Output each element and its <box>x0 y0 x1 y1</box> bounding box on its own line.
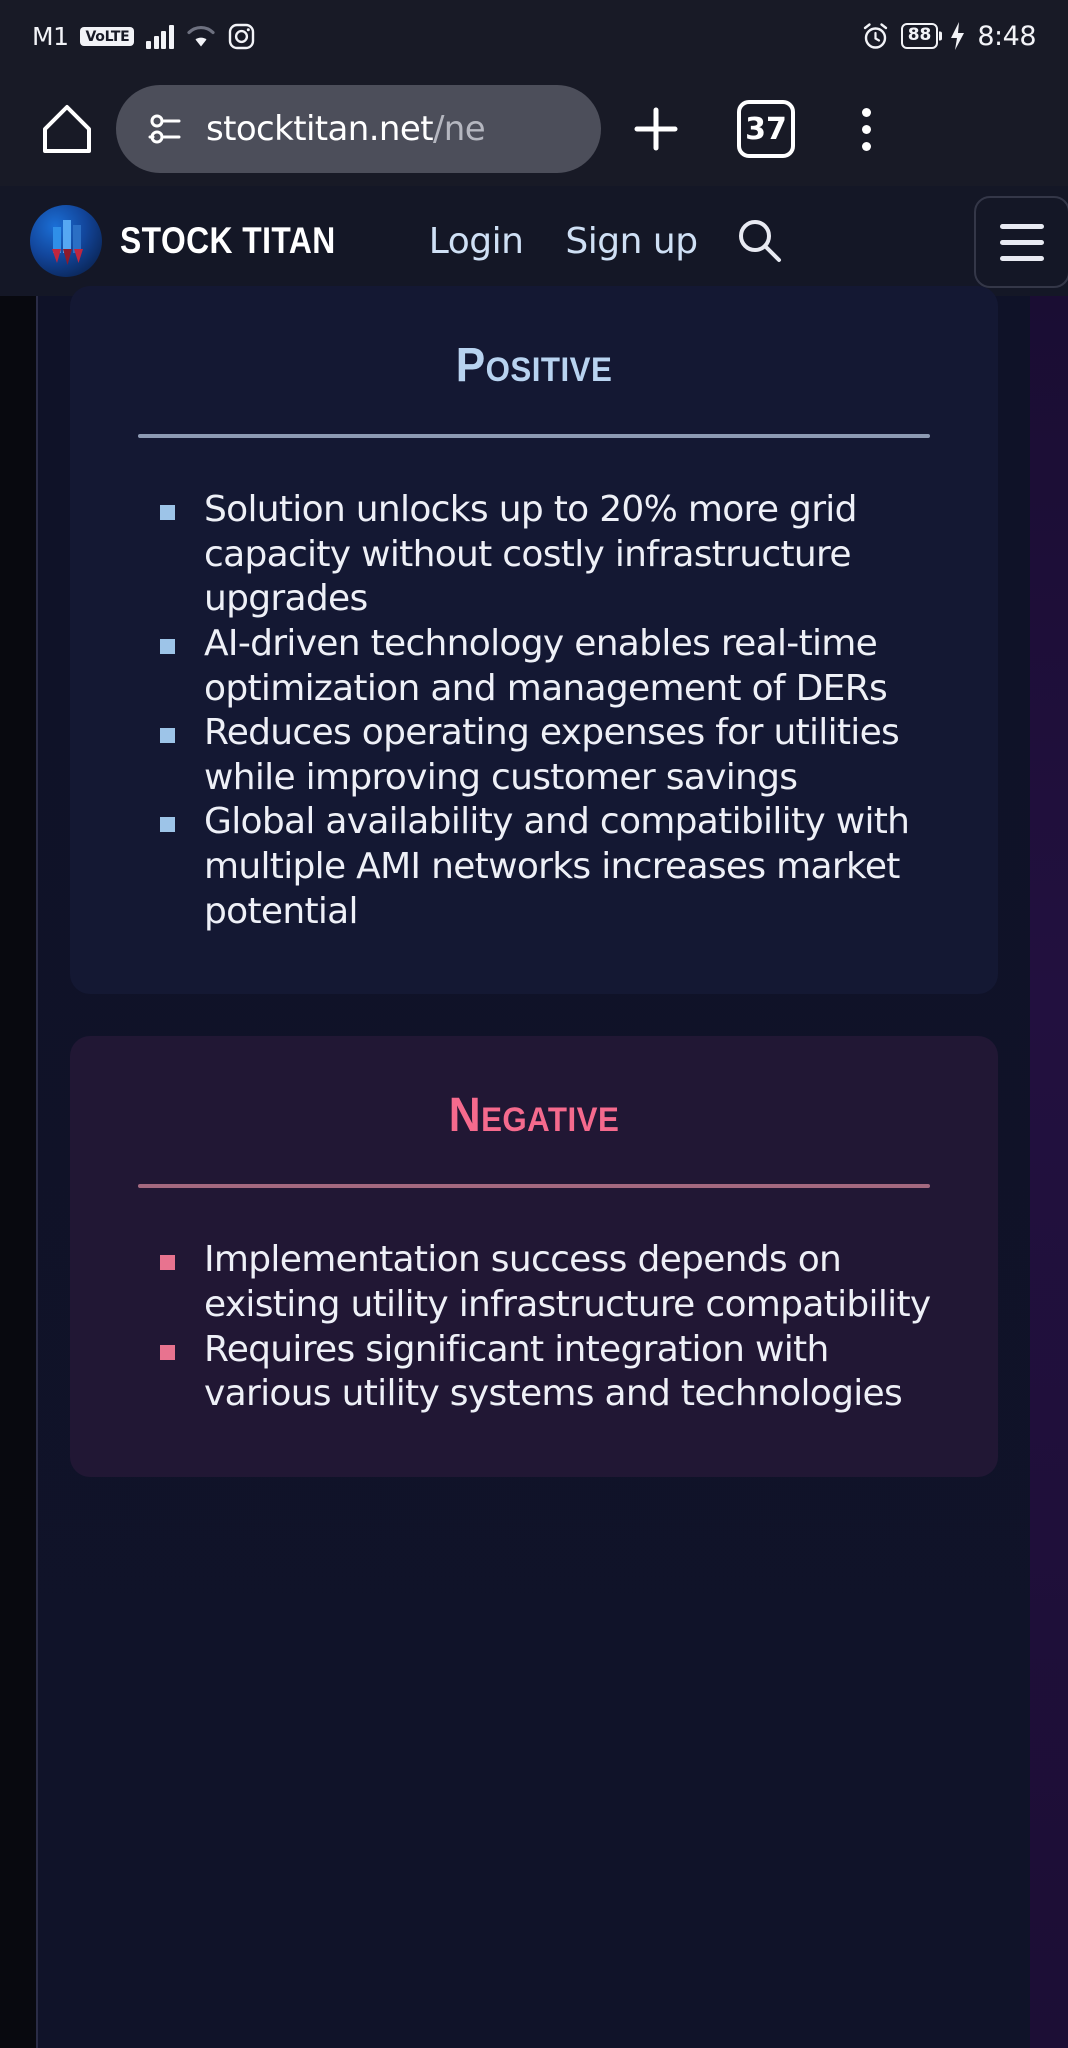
tab-count-label: 37 <box>737 100 795 158</box>
login-link[interactable]: Login <box>429 221 524 262</box>
new-tab-button[interactable] <box>601 102 711 156</box>
positive-card-title: Positive <box>455 339 613 392</box>
signal-bars-icon <box>146 24 174 49</box>
url-host: stocktitan.net <box>206 109 434 149</box>
more-vertical-icon-dot <box>861 141 871 151</box>
more-vertical-icon-dot <box>861 107 871 117</box>
hamburger-menu-icon-line <box>1000 255 1044 261</box>
site-logo[interactable]: STOCK TITAN <box>30 205 371 277</box>
battery-indicator: 88 <box>900 23 939 49</box>
brand-name: STOCK TITAN <box>120 220 336 261</box>
positive-card-divider <box>138 434 930 438</box>
right-gutter <box>1030 296 1068 2048</box>
url-path: /ne <box>432 109 486 149</box>
search-icon <box>738 220 781 262</box>
site-header: STOCK TITAN Login Sign up <box>0 186 1068 296</box>
status-bar-left: M1 VoLTE <box>32 22 255 51</box>
header-nav: Login Sign up <box>429 221 698 262</box>
page-body: Positive Solution unlocks up to 20% more… <box>0 286 1068 2048</box>
content-column: Positive Solution unlocks up to 20% more… <box>38 286 1030 2048</box>
browser-toolbar: stocktitan.net/ne 37 <box>0 72 1068 186</box>
home-button[interactable] <box>28 101 106 157</box>
browser-menu-button[interactable] <box>821 107 911 151</box>
url-text: stocktitan.net/ne <box>206 109 485 149</box>
negative-points-list: Implementation success depends on existi… <box>160 1238 946 1417</box>
status-bar-right: 88 8:48 <box>861 21 1036 52</box>
stock-titan-logo-icon <box>30 205 102 277</box>
left-gutter <box>0 296 36 2048</box>
site-settings-icon <box>148 114 181 144</box>
list-item: Reduces operating expenses for utilities… <box>160 711 946 800</box>
alarm-clock-icon <box>863 22 887 49</box>
carrier-label: M1 <box>32 21 69 51</box>
status-bar: M1 VoLTE 88 8:48 <box>0 0 1068 72</box>
charging-bolt-icon <box>951 22 965 50</box>
wifi-icon <box>187 25 215 47</box>
volte-badge: VoLTE <box>80 26 135 46</box>
search-button[interactable] <box>734 215 786 267</box>
tab-switcher-button[interactable]: 37 <box>711 100 821 158</box>
plus-icon <box>634 107 678 151</box>
positive-analysis-card: Positive Solution unlocks up to 20% more… <box>70 286 998 995</box>
list-item: Solution unlocks up to 20% more grid cap… <box>160 488 946 622</box>
negative-analysis-card: Negative Implementation success depends … <box>70 1036 998 1477</box>
instagram-icon <box>228 23 255 49</box>
hamburger-menu-icon-line <box>1000 239 1044 245</box>
clock-label: 8:48 <box>977 20 1036 52</box>
home-icon <box>43 105 91 153</box>
phone-screen: M1 VoLTE 88 8:48 stocktitan.net/ne 37 ST… <box>0 0 1068 2048</box>
list-item: AI-driven technology enables real-time o… <box>160 622 946 711</box>
hamburger-menu-button[interactable] <box>974 196 1068 288</box>
list-item: Global availability and compatibility wi… <box>160 800 946 934</box>
list-item: Implementation success depends on existi… <box>160 1238 946 1327</box>
positive-points-list: Solution unlocks up to 20% more grid cap… <box>160 488 946 934</box>
more-vertical-icon-dot <box>861 124 871 134</box>
signup-link[interactable]: Sign up <box>565 221 698 262</box>
hamburger-menu-icon-line <box>1000 223 1044 229</box>
url-bar[interactable]: stocktitan.net/ne <box>116 85 601 173</box>
negative-card-title: Negative <box>448 1089 620 1143</box>
negative-card-divider <box>138 1184 930 1189</box>
list-item: Requires significant integration with va… <box>160 1328 946 1417</box>
